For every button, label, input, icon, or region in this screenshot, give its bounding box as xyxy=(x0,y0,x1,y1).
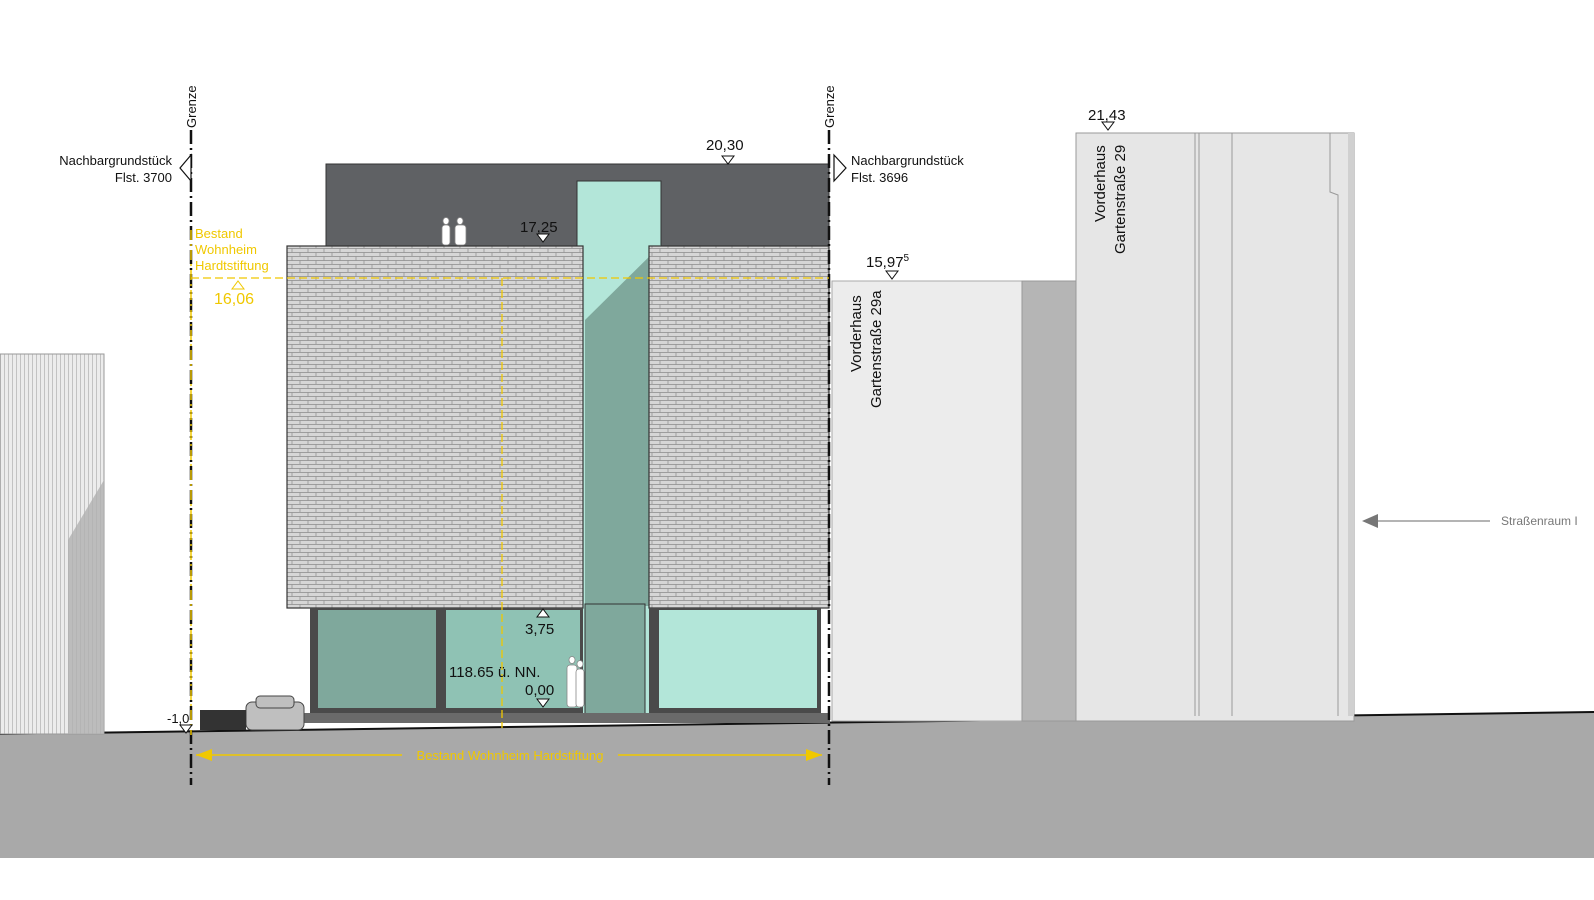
house-29a-line1: Vorderhaus xyxy=(848,295,865,372)
level-29a: 15,975 xyxy=(866,253,910,271)
level-basement: -1,0 xyxy=(167,711,189,726)
existing-level-label: 16,06 xyxy=(214,291,254,308)
dimension-label: Bestand Wohnheim Hardstiftung xyxy=(417,748,604,763)
car xyxy=(200,695,305,731)
elevation-drawing: Grenze Grenze Nachbargrundstück Flst. 37… xyxy=(0,85,1594,858)
level-zero: 0,00 xyxy=(525,682,554,699)
level-roof: 20,30 xyxy=(706,137,744,154)
house-29-line2: Gartenstraße 29 xyxy=(1112,145,1129,254)
property-line-left xyxy=(179,130,193,785)
grenze-left-label: Grenze xyxy=(184,85,199,128)
street-arrow xyxy=(1362,514,1490,528)
neighbor-right-line1: Nachbargrundstück xyxy=(851,153,964,168)
left-neighbor-building xyxy=(0,353,105,735)
main-building xyxy=(286,163,830,723)
house-29a-line2: Gartenstraße 29a xyxy=(868,290,885,408)
ground xyxy=(0,711,1594,858)
neighbor-left-line2: Flst. 3700 xyxy=(115,170,172,185)
level-29: 21,43 xyxy=(1088,107,1126,124)
level-first-floor: 3,75 xyxy=(525,621,554,638)
existing-label-line3: Hardtstiftung xyxy=(195,258,269,273)
neighbor-right-line2: Flst. 3696 xyxy=(851,170,908,185)
existing-label-line1: Bestand xyxy=(195,226,243,241)
level-terrace: 17,25 xyxy=(520,219,558,236)
street-label: Straßenraum I xyxy=(1501,514,1578,528)
existing-label-line2: Wohnheim xyxy=(195,242,257,257)
neighbor-left-line1: Nachbargrundstück xyxy=(59,153,172,168)
grenze-right-label: Grenze xyxy=(822,85,837,128)
level-nn: 118.65 ü. NN. xyxy=(449,664,540,681)
house-29-line1: Vorderhaus xyxy=(1092,145,1109,222)
